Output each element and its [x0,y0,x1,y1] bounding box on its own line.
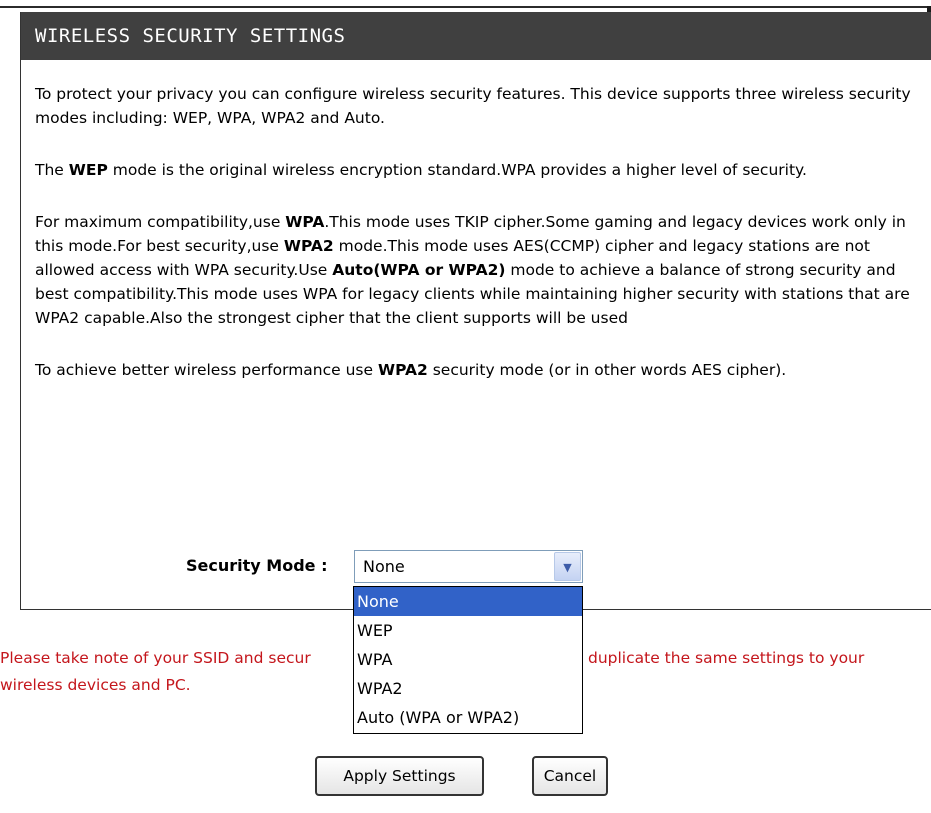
auto-term: Auto(WPA or WPA2) [332,261,506,279]
text: To achieve better wireless performance u… [35,361,378,379]
security-mode-value: None [363,557,405,576]
apply-settings-button[interactable]: Apply Settings [315,756,484,796]
wpa2-term: WPA2 [377,361,428,379]
note-line-2: wireless devices and PC. [0,676,191,694]
compatibility-paragraph: For maximum compatibility,use WPA.This m… [35,210,917,330]
intro-paragraph: To protect your privacy you can configur… [35,85,911,127]
text: security mode (or in other words AES cip… [427,361,787,379]
wpa-term: WPA [285,213,325,231]
section-title: WIRELESS SECURITY SETTINGS [21,12,931,60]
text: For maximum compatibility,use [35,213,286,231]
wep-paragraph: The WEP mode is the original wireless en… [35,158,917,182]
wep-term: WEP [68,161,108,179]
option-wpa[interactable]: WPA [354,645,582,674]
wireless-security-panel: WIRELESS SECURITY SETTINGS To protect yo… [20,12,931,610]
security-mode-label: Security Mode : [186,556,328,575]
security-mode-row: Security Mode : None ▼ [21,550,931,586]
text: mode is the original wireless encryption… [107,161,807,179]
description: To protect your privacy you can configur… [21,60,931,382]
option-wep[interactable]: WEP [354,616,582,645]
security-mode-select[interactable]: None ▼ [354,550,583,583]
performance-paragraph: To achieve better wireless performance u… [35,358,917,382]
option-wpa2[interactable]: WPA2 [354,674,582,703]
top-border [0,0,931,8]
option-auto[interactable]: Auto (WPA or WPA2) [354,703,582,732]
security-mode-dropdown[interactable]: None WEP WPA WPA2 Auto (WPA or WPA2) [353,586,583,734]
note-line-1-right: duplicate the same settings to your [588,649,865,667]
note-line-1: Please take note of your SSID and secur [0,649,311,667]
wpa2-term: WPA2 [283,237,334,255]
cancel-button[interactable]: Cancel [532,756,608,796]
chevron-down-icon[interactable]: ▼ [554,552,581,581]
text: The [35,161,69,179]
option-none[interactable]: None [354,587,582,616]
